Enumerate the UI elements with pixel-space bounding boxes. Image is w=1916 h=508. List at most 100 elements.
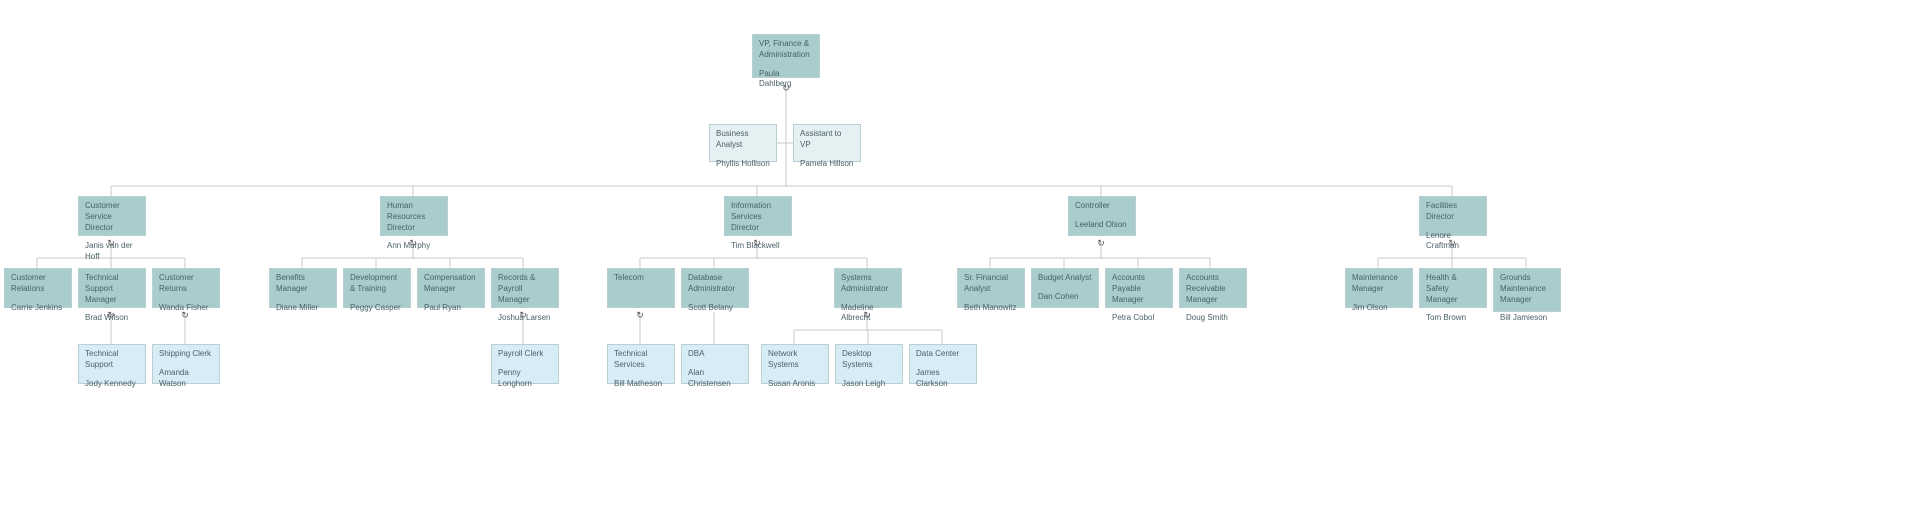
org-node-title: Benefits Manager xyxy=(276,273,330,295)
org-node[interactable]: Desktop Systems Jason Leigh xyxy=(835,344,903,384)
org-node-title: Telecom xyxy=(614,273,668,284)
org-node-title: Records & Payroll Manager xyxy=(498,273,552,305)
org-node-title: Data Center xyxy=(916,349,970,360)
org-node-name: James Clarkson xyxy=(916,368,970,390)
org-node-title: Shipping Clerk xyxy=(159,349,213,360)
org-node[interactable]: Telecom xyxy=(607,268,675,308)
refresh-icon[interactable]: ↻ xyxy=(781,83,791,93)
org-node-title: Controller xyxy=(1075,201,1129,212)
org-node-name: Tom Brown xyxy=(1426,313,1480,324)
refresh-icon[interactable]: ↻ xyxy=(180,310,190,320)
org-node-title: Systems Administrator xyxy=(841,273,895,295)
org-node[interactable]: Compensation Manager Paul Ryan xyxy=(417,268,485,308)
refresh-icon[interactable]: ↻ xyxy=(635,310,645,320)
org-node-assistant-right[interactable]: Assistant to VP Pamela Hillson xyxy=(793,124,861,162)
org-node-assistant-left[interactable]: Business Analyst Phyllis Hollison xyxy=(709,124,777,162)
connectors xyxy=(0,0,1916,508)
org-node-name: Amanda Watson xyxy=(159,368,213,390)
org-node-is-director[interactable]: Information Services Director Tim Blackw… xyxy=(724,196,792,236)
org-node[interactable]: Shipping Clerk Amanda Watson xyxy=(152,344,220,384)
org-node[interactable]: Technical Support Manager Brad Wilson xyxy=(78,268,146,308)
org-node-title: Payroll Clerk xyxy=(498,349,552,360)
org-node-title: Technical Support xyxy=(85,349,139,371)
org-node[interactable]: Health & Safety Manager Tom Brown xyxy=(1419,268,1487,308)
org-node-name: Alan Christensen xyxy=(688,368,742,390)
org-node-name: Dan Cohen xyxy=(1038,292,1092,303)
org-node-name: Paul Ryan xyxy=(424,303,478,314)
org-node[interactable]: Technical Support Jody Kennedy xyxy=(78,344,146,384)
org-node-title: Assistant to VP xyxy=(800,129,854,151)
refresh-icon[interactable]: ↻ xyxy=(106,310,116,320)
org-node-title: Customer Returns xyxy=(159,273,213,295)
org-node[interactable]: Maintenance Manager Jim Olson xyxy=(1345,268,1413,308)
org-node[interactable]: DBA Alan Christensen xyxy=(681,344,749,384)
org-node[interactable]: Accounts Payable Manager Petra Cobol xyxy=(1105,268,1173,308)
org-node-name: Doug Smith xyxy=(1186,313,1240,324)
org-node-title: Customer Relations xyxy=(11,273,65,295)
org-node-name: Beth Manowitz xyxy=(964,303,1018,314)
org-node-name: Jody Kennedy xyxy=(85,379,139,390)
org-node-title: Accounts Payable Manager xyxy=(1112,273,1166,305)
org-node-title: Compensation Manager xyxy=(424,273,478,295)
org-node[interactable]: Payroll Clerk Penny Longhorn xyxy=(491,344,559,384)
org-node-name: Pamela Hillson xyxy=(800,159,854,170)
org-node-title: Desktop Systems xyxy=(842,349,896,371)
org-node[interactable]: Records & Payroll Manager Joshua Larsen xyxy=(491,268,559,308)
org-node-name: Penny Longhorn xyxy=(498,368,552,390)
org-node-name: Jason Leigh xyxy=(842,379,896,390)
org-node[interactable]: Benefits Manager Diane Miller xyxy=(269,268,337,308)
org-node[interactable]: Budget Analyst Dan Cohen xyxy=(1031,268,1099,308)
org-node-name: Jim Olson xyxy=(1352,303,1406,314)
org-node-root[interactable]: VP, Finance & Administration Paula Dahlb… xyxy=(752,34,820,78)
org-node-name: Diane Miller xyxy=(276,303,330,314)
org-node-title: Sr. Financial Analyst xyxy=(964,273,1018,295)
org-node-facilities-director[interactable]: Facilities Director Lenore Craftman xyxy=(1419,196,1487,236)
org-node-name: Leeland Olson xyxy=(1075,220,1129,231)
org-node-name: Scott Belany xyxy=(688,303,742,314)
refresh-icon[interactable]: ↻ xyxy=(1447,238,1457,248)
org-node-title: DBA xyxy=(688,349,742,360)
org-node-title: Technical Services xyxy=(614,349,668,371)
org-node-title: Accounts Receivable Manager xyxy=(1186,273,1240,305)
org-node[interactable]: Database Administrator Scott Belany xyxy=(681,268,749,308)
org-node[interactable]: Grounds Maintenance Manager Bill Jamieso… xyxy=(1493,268,1561,312)
refresh-icon[interactable]: ↻ xyxy=(106,238,116,248)
org-node-title: Customer Service Director xyxy=(85,201,139,233)
refresh-icon[interactable]: ↻ xyxy=(1096,238,1106,248)
refresh-icon[interactable]: ↻ xyxy=(862,310,872,320)
org-node-title: Budget Analyst xyxy=(1038,273,1092,284)
org-node-cs-director[interactable]: Customer Service Director Janis van der … xyxy=(78,196,146,236)
org-node[interactable]: Technical Services Bill Matheson xyxy=(607,344,675,384)
org-node-title: VP, Finance & Administration xyxy=(759,39,813,61)
org-node[interactable]: Accounts Receivable Manager Doug Smith xyxy=(1179,268,1247,308)
org-node[interactable]: Data Center James Clarkson xyxy=(909,344,977,384)
org-node[interactable]: Sr. Financial Analyst Beth Manowitz xyxy=(957,268,1025,308)
org-node-title: Network Systems xyxy=(768,349,822,371)
org-node-title: Information Services Director xyxy=(731,201,785,233)
org-node-name: Phyllis Hollison xyxy=(716,159,770,170)
org-node-title: Development & Training xyxy=(350,273,404,295)
org-node-hr-director[interactable]: Human Resources Director Ann Murphy xyxy=(380,196,448,236)
org-node-title: Human Resources Director xyxy=(387,201,441,233)
refresh-icon[interactable]: ↻ xyxy=(752,238,762,248)
org-node-title: Health & Safety Manager xyxy=(1426,273,1480,305)
org-node-name: Susan Aronis xyxy=(768,379,822,390)
org-node-title: Maintenance Manager xyxy=(1352,273,1406,295)
org-node-name: Bill Jamieson xyxy=(1500,313,1554,324)
org-node-name: Bill Matheson xyxy=(614,379,668,390)
org-node-name: Petra Cobol xyxy=(1112,313,1166,324)
org-node[interactable]: Customer Returns Wanda Fisher xyxy=(152,268,220,308)
org-node-title: Business Analyst xyxy=(716,129,770,151)
org-node-controller[interactable]: Controller Leeland Olson xyxy=(1068,196,1136,236)
org-chart: VP, Finance & Administration Paula Dahlb… xyxy=(0,0,1916,508)
org-node[interactable]: Systems Administrator Madeline Albrecht xyxy=(834,268,902,308)
refresh-icon[interactable]: ↻ xyxy=(518,310,528,320)
org-node[interactable]: Network Systems Susan Aronis xyxy=(761,344,829,384)
org-node-name: Peggy Casper xyxy=(350,303,404,314)
refresh-icon[interactable]: ↻ xyxy=(408,238,418,248)
org-node[interactable]: Development & Training Peggy Casper xyxy=(343,268,411,308)
org-node-title: Facilities Director xyxy=(1426,201,1480,223)
org-node-name: Carrie Jenkins xyxy=(11,303,65,314)
org-node[interactable]: Customer Relations Carrie Jenkins xyxy=(4,268,72,308)
org-node-title: Grounds Maintenance Manager xyxy=(1500,273,1554,305)
